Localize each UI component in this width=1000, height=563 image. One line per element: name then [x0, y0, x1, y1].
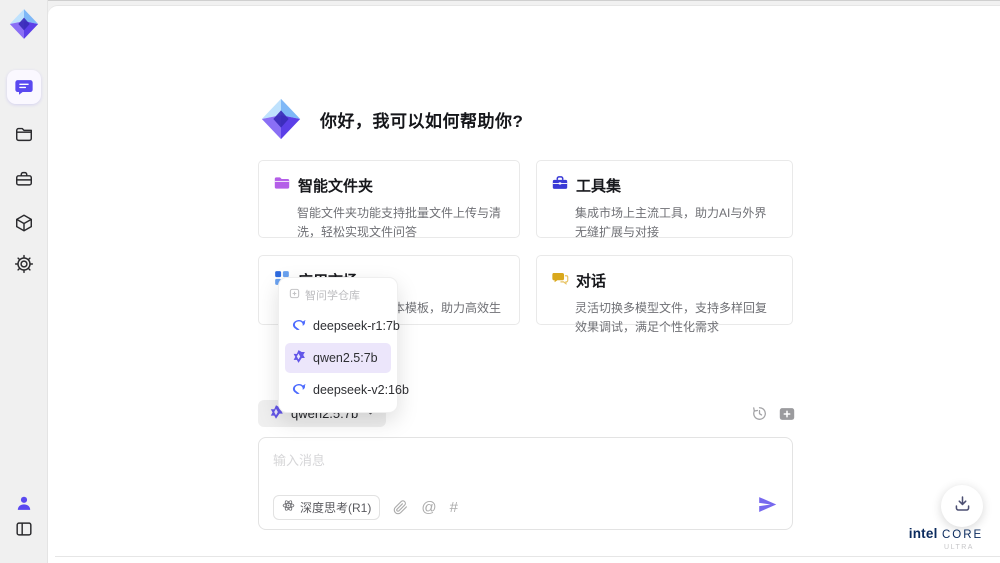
- composer-toolbar: 深度思考(R1) @ #: [273, 494, 778, 520]
- card-description: 集成市场上主流工具，助力AI与外界无缝扩展与对接: [575, 206, 767, 239]
- model-option-qwen[interactable]: qwen2.5:7b: [285, 343, 391, 373]
- cube-icon: [14, 213, 34, 233]
- at-icon[interactable]: @: [421, 499, 436, 516]
- assistant-gem-icon: [258, 96, 304, 142]
- send-icon: [757, 494, 778, 520]
- message-input[interactable]: [259, 438, 792, 490]
- new-window-icon[interactable]: [777, 404, 796, 423]
- window-top-edge: [48, 0, 1000, 1]
- paperclip-icon[interactable]: [393, 499, 408, 515]
- card-description: 智能文件夹功能支持批量文件上传与清洗，轻松实现文件问答: [297, 206, 502, 239]
- toolset-icon: [551, 174, 569, 197]
- atom-icon: [282, 499, 295, 515]
- qwen-icon: [291, 349, 306, 367]
- card-title: 工具集: [576, 178, 622, 195]
- model-dropdown: 智问学仓库 deepseek-r1:7b qwen2.5:7b deepseek…: [278, 277, 409, 413]
- card-smart-folder[interactable]: 智能文件夹 智能文件夹功能支持批量文件上传与清洗，轻松实现文件问答: [258, 160, 520, 239]
- model-option-deepseek-r1[interactable]: deepseek-r1:7b: [285, 311, 400, 341]
- greeting-row: 你好，我可以如何帮助你?: [258, 96, 523, 142]
- deepseek-icon: [291, 317, 306, 335]
- sidebar-item-models[interactable]: [7, 206, 41, 240]
- model-option-deepseek-v2[interactable]: deepseek-v2:16b: [285, 375, 409, 405]
- history-icon[interactable]: [750, 404, 769, 423]
- card-dialog[interactable]: 对话 灵活切换多模型文件，支持多样回复效果调试，满足个性化需求: [536, 255, 793, 334]
- sidebar-item-collapse[interactable]: [7, 512, 41, 546]
- greeting-text: 你好，我可以如何帮助你?: [320, 111, 524, 131]
- app-logo-gem-icon: [7, 7, 41, 41]
- folder-icon: [14, 124, 34, 144]
- user-icon: [14, 493, 34, 513]
- message-composer: 深度思考(R1) @ #: [258, 437, 793, 530]
- sidebar-item-chat[interactable]: [7, 70, 41, 104]
- content-bottom-divider: [55, 556, 1000, 557]
- dialog-icon: [551, 269, 569, 292]
- intel-wordmark: intel: [908, 526, 938, 541]
- hash-icon[interactable]: #: [450, 499, 458, 516]
- chat-toolbar: [750, 404, 796, 423]
- deep-think-label: 深度思考(R1): [300, 500, 372, 515]
- intel-core-logo: intel CORE ULTRA: [904, 525, 988, 551]
- toolbox-icon: [14, 169, 34, 189]
- model-dropdown-header-label: 智问学仓库: [305, 290, 360, 302]
- ultra-wordmark: ULTRA: [944, 544, 974, 551]
- model-option-label: deepseek-v2:16b: [313, 383, 409, 397]
- download-icon: [953, 494, 972, 518]
- core-wordmark: CORE: [941, 529, 984, 541]
- deepseek-icon: [291, 381, 306, 399]
- sidebar: [0, 0, 48, 563]
- download-fab[interactable]: [941, 485, 983, 527]
- settings-icon: [14, 254, 34, 274]
- model-option-label: qwen2.5:7b: [313, 351, 378, 365]
- chat-icon: [14, 77, 34, 97]
- smart-folder-icon: [273, 174, 291, 197]
- sidebar-item-tools[interactable]: [7, 162, 41, 196]
- repo-icon: [289, 288, 300, 302]
- model-option-label: deepseek-r1:7b: [313, 319, 400, 333]
- deep-think-toggle[interactable]: 深度思考(R1): [273, 494, 381, 520]
- card-title: 对话: [576, 273, 607, 290]
- card-description: 灵活切换多模型文件，支持多样回复效果调试，满足个性化需求: [575, 301, 768, 334]
- sidebar-item-files[interactable]: [7, 117, 41, 151]
- sidebar-item-settings[interactable]: [7, 247, 41, 281]
- send-button[interactable]: [757, 494, 778, 520]
- model-dropdown-header: 智问学仓库: [285, 285, 391, 309]
- card-toolset[interactable]: 工具集 集成市场上主流工具，助力AI与外界无缝扩展与对接: [536, 160, 793, 239]
- panel-icon: [14, 519, 34, 539]
- card-title: 智能文件夹: [298, 178, 374, 195]
